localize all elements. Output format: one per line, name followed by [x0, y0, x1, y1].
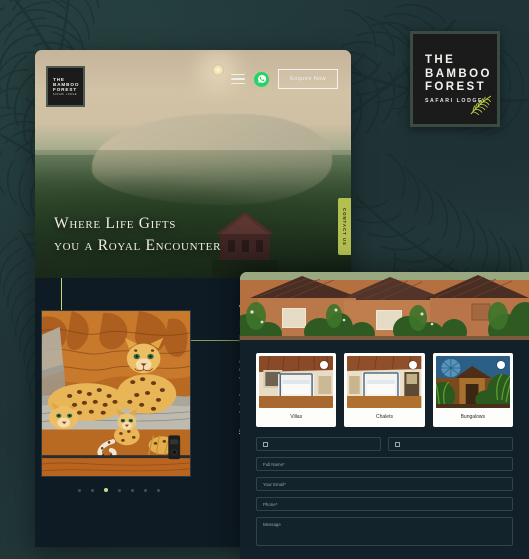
- lodge-villas-illustration: [240, 272, 529, 340]
- hamburger-bar: [231, 82, 246, 85]
- room-radio-bungalows[interactable]: [496, 361, 505, 369]
- room-radio-chalets[interactable]: [408, 361, 417, 369]
- carousel-dot[interactable]: [118, 488, 121, 492]
- lodge-exterior-photo: [240, 272, 529, 340]
- email-input[interactable]: [263, 481, 506, 487]
- fern-leaf-icon: [470, 95, 492, 116]
- contact-us-side-tab[interactable]: CONTACT US: [338, 198, 351, 255]
- room-option-bungalows[interactable]: Bungalows: [432, 353, 513, 427]
- room-label-chalets: Chalets: [376, 414, 393, 420]
- phone-input[interactable]: [263, 501, 506, 507]
- carousel-dot-active[interactable]: [104, 488, 108, 492]
- room-option-chalets[interactable]: Chalets: [344, 353, 425, 427]
- room-label-villas: Villas: [290, 414, 303, 420]
- hamburger-bar: [231, 78, 246, 80]
- check-in-date-field[interactable]: [256, 437, 381, 451]
- carousel-dot[interactable]: [78, 488, 81, 492]
- leopard-family-illustration: [42, 311, 190, 476]
- site-logo-line-3: FOREST: [53, 87, 78, 93]
- full-name-field[interactable]: [256, 457, 513, 471]
- hero-headline-line-2: you a Royal Encounter: [54, 237, 222, 254]
- phone-field[interactable]: [256, 497, 513, 511]
- booking-form-body: Villas Chalets Bungalows Full Name* Your…: [240, 340, 529, 559]
- date-field-row: [256, 437, 513, 457]
- room-thumb-chalets: [347, 356, 422, 408]
- brand-line-2: BAMBOO: [425, 67, 492, 80]
- hamburger-bar: [231, 73, 246, 76]
- room-thumb-villas: [259, 356, 334, 408]
- calendar-icon: [263, 441, 268, 447]
- email-field[interactable]: [256, 477, 513, 491]
- booking-form-card: Villas Chalets Bungalows Full Name* Your…: [240, 272, 529, 559]
- enquire-now-button[interactable]: Enquire Now: [278, 69, 338, 89]
- room-label-bungalows: Bungalows: [460, 414, 486, 420]
- brand-logo-badge: THE BAMBOO FOREST SAFARI LODGE: [410, 31, 500, 127]
- check-out-date-field[interactable]: [388, 437, 513, 451]
- room-option-villas[interactable]: Villas: [256, 353, 337, 427]
- room-thumb-bungalows: [435, 356, 510, 408]
- brand-line-3: FOREST: [425, 81, 487, 94]
- hamburger-menu-icon[interactable]: [231, 73, 246, 85]
- whatsapp-icon[interactable]: [254, 71, 270, 87]
- message-textarea[interactable]: [256, 517, 513, 546]
- site-header-logo[interactable]: THE BAMBOO FOREST SAFARI LODGE: [46, 66, 85, 107]
- site-navigation: Enquire Now: [231, 69, 338, 89]
- carousel-dot[interactable]: [131, 488, 134, 492]
- leopard-artwork-card[interactable]: [41, 310, 191, 477]
- hero-headline: Where Life Gifts you a Royal Encounter: [54, 213, 221, 257]
- room-type-selector: Villas Chalets Bungalows: [256, 353, 513, 427]
- site-logo-subtitle: SAFARI LODGE: [53, 94, 78, 97]
- carousel-dot[interactable]: [157, 488, 160, 492]
- calendar-icon: [395, 441, 400, 447]
- full-name-input[interactable]: [263, 461, 506, 467]
- carousel-dot[interactable]: [91, 488, 94, 492]
- hero-headline-line-1: Where Life Gifts: [54, 215, 177, 232]
- whatsapp-glyph: [257, 74, 266, 83]
- hero-section: THE BAMBOO FOREST SAFARI LODGE Enquire N…: [35, 50, 351, 278]
- carousel-dot[interactable]: [144, 488, 147, 492]
- enquiry-form: SUBMIT: [256, 437, 513, 559]
- brand-line-1: THE: [425, 54, 456, 67]
- contact-us-side-tab-label: CONTACT US: [342, 207, 347, 246]
- carousel-dots[interactable]: [78, 488, 160, 492]
